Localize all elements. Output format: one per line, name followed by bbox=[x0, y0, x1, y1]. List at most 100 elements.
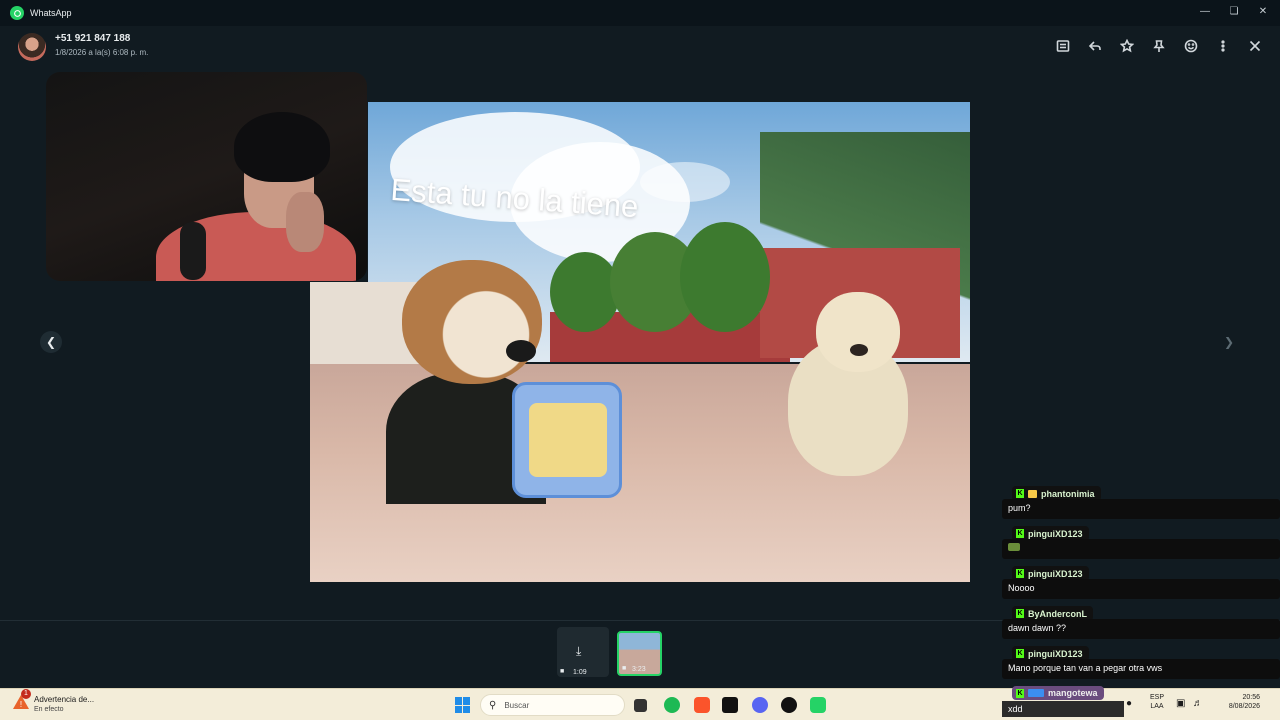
window-title: WhatsApp bbox=[30, 8, 72, 18]
microphone-icon[interactable]: ● bbox=[1126, 698, 1132, 709]
backpack-pocket bbox=[529, 403, 607, 477]
star-icon bbox=[1120, 39, 1134, 53]
taskbar-search[interactable]: ⚲ Buscar bbox=[480, 694, 625, 716]
video-camera-icon: ■ bbox=[560, 668, 565, 675]
clock[interactable]: 20:56 8/08/2026 bbox=[1208, 694, 1260, 710]
puppy-nose bbox=[850, 344, 868, 356]
chat-message: K mangotewa xdd bbox=[1002, 686, 1124, 717]
reply-icon bbox=[1088, 41, 1101, 51]
pin-icon bbox=[1153, 40, 1165, 52]
chat-text: Noooo bbox=[1002, 579, 1280, 599]
avatar[interactable] bbox=[18, 33, 46, 61]
start-button[interactable] bbox=[455, 697, 471, 713]
spotify-icon[interactable] bbox=[664, 697, 680, 713]
kick-icon: K bbox=[1016, 649, 1024, 658]
media-image[interactable]: Esta tu no la tiene bbox=[310, 102, 970, 582]
chat-text: Mano porque tan van a pegar otra vws bbox=[1002, 659, 1280, 679]
search-icon: ⚲ bbox=[489, 699, 497, 711]
previous-media-button[interactable]: ❮ bbox=[40, 331, 62, 353]
video-camera-icon: ■ bbox=[622, 665, 627, 672]
subscriber-badge-icon bbox=[1028, 489, 1037, 498]
react-button[interactable] bbox=[1182, 37, 1200, 55]
title-bar: WhatsApp — ❏ ✕ bbox=[0, 0, 1280, 26]
dog-nose bbox=[506, 340, 536, 362]
windows-logo-icon bbox=[455, 697, 462, 705]
brave-icon[interactable] bbox=[694, 697, 710, 713]
kick-icon: K bbox=[1016, 529, 1024, 538]
pin-button[interactable] bbox=[1150, 37, 1168, 55]
file-explorer-icon[interactable] bbox=[634, 699, 647, 712]
kick-icon: K bbox=[1016, 569, 1024, 578]
chat-message: KpinguiXD123 Noooo bbox=[1002, 564, 1280, 604]
kick-icon: K bbox=[1016, 609, 1024, 618]
kick-icon: K bbox=[1016, 688, 1024, 698]
chevron-left-icon: ❮ bbox=[45, 335, 57, 349]
warning-icon[interactable]: ! 1 bbox=[12, 689, 31, 711]
microphone bbox=[180, 222, 206, 280]
close-icon bbox=[1249, 40, 1261, 52]
network-icon[interactable]: ▣ bbox=[1176, 698, 1185, 709]
chat-text: dawn dawn ?? bbox=[1002, 619, 1280, 639]
chevron-right-icon: ❯ bbox=[1223, 335, 1235, 349]
reply-button[interactable] bbox=[1086, 37, 1104, 55]
tree bbox=[680, 222, 770, 332]
notification-count-badge: 1 bbox=[21, 689, 31, 699]
kebab-menu-icon bbox=[1221, 40, 1225, 52]
tree bbox=[550, 252, 620, 332]
download-icon: ⤓ bbox=[576, 644, 582, 658]
thumbnail-duration: 1:09 bbox=[573, 669, 587, 676]
media-header: +51 921 847 188 1/8/2026 a la(s) 6:08 p.… bbox=[0, 26, 1280, 70]
obs-icon[interactable] bbox=[781, 697, 797, 713]
close-window-button[interactable]: ✕ bbox=[1246, 0, 1280, 22]
backpack bbox=[512, 382, 622, 498]
cloud bbox=[640, 162, 730, 202]
emote-icon bbox=[1008, 543, 1020, 551]
chat-username: ByAnderconL bbox=[1028, 608, 1088, 619]
language-indicator[interactable]: ESP LAA bbox=[1146, 694, 1168, 710]
chat-text: pum? bbox=[1002, 499, 1280, 519]
clock-date: 8/08/2026 bbox=[1228, 703, 1260, 710]
audio-app-icon[interactable] bbox=[722, 697, 738, 713]
stream-chat-overlay: Kphantonimia pum? KpinguiXD123 KpinguiXD… bbox=[1002, 484, 1280, 684]
message-timestamp: 1/8/2026 a la(s) 6:08 p. m. bbox=[55, 48, 149, 57]
thumbnail-video-2-selected[interactable]: ■ 3:23 bbox=[617, 631, 662, 676]
chat-username: phantonimia bbox=[1041, 488, 1095, 499]
windows-taskbar: ! 1 Advertencia de... En efecto ⚲ Buscar… bbox=[0, 686, 1280, 720]
volume-icon[interactable]: ♬ bbox=[1193, 698, 1203, 709]
emoji-icon bbox=[1184, 39, 1198, 53]
chat-message: Kphantonimia pum? bbox=[1002, 484, 1280, 524]
webcam-overlay bbox=[46, 72, 367, 281]
chat-username: pinguiXD123 bbox=[1028, 528, 1083, 539]
chat-message: KpinguiXD123 Mano porque tan van a pegar… bbox=[1002, 644, 1280, 684]
chat-username: mangotewa bbox=[1048, 688, 1098, 698]
star-button[interactable] bbox=[1118, 37, 1136, 55]
chat-username: pinguiXD123 bbox=[1028, 648, 1083, 659]
thumbnail-duration: 3:23 bbox=[632, 666, 646, 673]
notification-subtitle: En efecto bbox=[34, 706, 64, 713]
kick-icon: K bbox=[1016, 489, 1024, 498]
whatsapp-logo-icon bbox=[10, 6, 24, 20]
message-icon bbox=[1056, 40, 1070, 52]
contact-name: +51 921 847 188 bbox=[55, 33, 131, 44]
dog-head bbox=[402, 260, 542, 384]
next-media-button[interactable]: ❯ bbox=[1220, 333, 1238, 351]
svg-text:!: ! bbox=[20, 700, 22, 709]
search-placeholder: Buscar bbox=[504, 700, 530, 710]
discord-icon[interactable] bbox=[752, 697, 768, 713]
webcam-person-hand bbox=[286, 192, 324, 252]
webcam-person-hair bbox=[234, 112, 330, 182]
chat-text bbox=[1002, 539, 1280, 559]
chat-text: xdd bbox=[1002, 701, 1124, 717]
whatsapp-media-viewer: WhatsApp — ❏ ✕ +51 921 847 188 1/8/2026 … bbox=[0, 0, 1280, 720]
notification-title[interactable]: Advertencia de... bbox=[34, 695, 94, 704]
go-to-message-button[interactable] bbox=[1054, 37, 1072, 55]
thumbnail-video-1[interactable]: ⤓ ■ 1:09 bbox=[557, 627, 609, 677]
more-options-button[interactable] bbox=[1214, 37, 1232, 55]
whatsapp-taskbar-icon[interactable] bbox=[810, 697, 826, 713]
chat-message: K ByAnderconL dawn dawn ?? bbox=[1002, 604, 1280, 644]
clock-time: 20:56 bbox=[1242, 694, 1260, 701]
chat-message: KpinguiXD123 bbox=[1002, 524, 1280, 564]
close-viewer-button[interactable] bbox=[1246, 37, 1264, 55]
chat-username: pinguiXD123 bbox=[1028, 568, 1083, 579]
subscriber-badge-icon bbox=[1028, 689, 1044, 697]
